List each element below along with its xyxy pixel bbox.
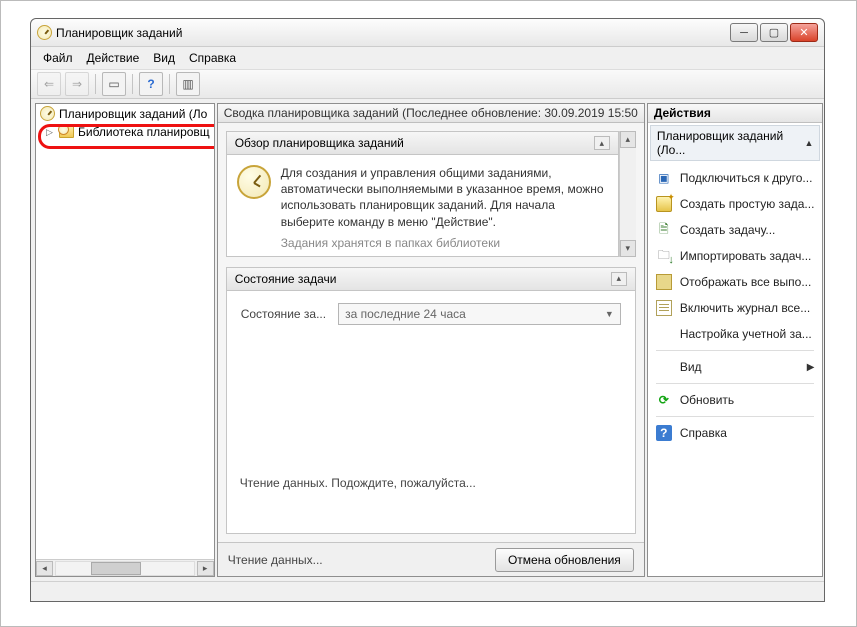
actions-panel: Действия Планировщик заданий (Ло... ▲ ▣ … (647, 103, 824, 577)
display-icon (656, 274, 672, 290)
menu-help[interactable]: Справка (183, 49, 242, 67)
window-title: Планировщик заданий (56, 26, 730, 40)
action-view[interactable]: Вид ▶ (650, 354, 821, 380)
blank-icon (656, 326, 672, 342)
library-icon (59, 126, 74, 138)
action-create-task[interactable]: 🗎 Создать задачу... (650, 217, 821, 243)
action-help[interactable]: ? Справка (650, 420, 821, 446)
help-icon: ? (656, 425, 672, 441)
overview-text: Для создания и управления общими задания… (281, 165, 608, 230)
summary-header: Сводка планировщика заданий (Последнее о… (218, 104, 644, 123)
cancel-refresh-button[interactable]: Отмена обновления (495, 548, 634, 572)
reading-message: Чтение данных. Подождите, пожалуйста... (240, 476, 476, 490)
forward-button[interactable]: ⇒ (65, 72, 89, 96)
app-icon (37, 25, 52, 40)
app-window: Планировщик заданий ─ ▢ ✕ Файл Действие … (30, 18, 825, 602)
collapse-icon[interactable]: ▴ (594, 136, 610, 150)
status-section: Состояние задачи ▴ Состояние за... за по… (226, 267, 636, 534)
action-import-task[interactable]: 🗀 Импортировать задач... (650, 243, 821, 269)
overview-vscrollbar[interactable]: ▴ ▾ (619, 131, 636, 257)
collapse-icon: ▲ (805, 138, 814, 148)
overview-title: Обзор планировщика заданий (235, 136, 404, 150)
actions-header: Действия (648, 104, 823, 123)
wizard-icon (656, 196, 672, 212)
statusbar (31, 581, 824, 601)
actions-context[interactable]: Планировщик заданий (Ло... ▲ (650, 125, 821, 161)
log-icon (656, 300, 672, 316)
menubar: Файл Действие Вид Справка (31, 47, 824, 69)
status-range-combo[interactable]: за последние 24 часа ▼ (338, 303, 621, 325)
center-panel: Сводка планировщика заданий (Последнее о… (217, 103, 645, 577)
tree-root-label: Планировщик заданий (Ло (59, 107, 207, 121)
tree-library-label: Библиотека планировщ (78, 125, 210, 139)
show-hide-tree-button[interactable]: ▭ (102, 72, 126, 96)
toolbar: ⇐ ⇒ ▭ ? ▥ (31, 69, 824, 99)
divider (656, 383, 815, 384)
tree-library[interactable]: ▷ Библиотека планировщ (36, 123, 214, 141)
center-footer: Чтение данных... Отмена обновления (218, 542, 644, 576)
minimize-button[interactable]: ─ (730, 23, 758, 42)
maximize-button[interactable]: ▢ (760, 23, 788, 42)
status-title: Состояние задачи (235, 272, 337, 286)
titlebar: Планировщик заданий ─ ▢ ✕ (31, 19, 824, 47)
action-connect[interactable]: ▣ Подключиться к друго... (650, 165, 821, 191)
tree-panel: Планировщик заданий (Ло ▷ Библиотека пла… (35, 103, 215, 577)
clock-icon (237, 165, 271, 199)
action-create-basic-task[interactable]: Создать простую зада... (650, 191, 821, 217)
show-hide-action-pane-button[interactable]: ▥ (176, 72, 200, 96)
action-refresh[interactable]: ⟳ Обновить (650, 387, 821, 413)
submenu-arrow-icon: ▶ (807, 362, 815, 373)
overview-subtext: Задания хранятся в папках библиотеки (281, 236, 608, 250)
connect-icon: ▣ (656, 170, 672, 186)
collapse-icon[interactable]: ▴ (611, 272, 627, 286)
expand-icon[interactable]: ▷ (44, 127, 55, 138)
tree-root[interactable]: Планировщик заданий (Ло (36, 104, 214, 123)
menu-view[interactable]: Вид (147, 49, 181, 67)
divider (656, 350, 815, 351)
tree-hscrollbar[interactable]: ◂ ▸ (36, 559, 214, 576)
menu-action[interactable]: Действие (81, 49, 146, 67)
refresh-icon: ⟳ (656, 392, 672, 408)
back-button[interactable]: ⇐ (37, 72, 61, 96)
status-label: Состояние за... (241, 307, 326, 321)
action-enable-log[interactable]: Включить журнал все... (650, 295, 821, 321)
action-display-all[interactable]: Отображать все выпо... (650, 269, 821, 295)
help-button[interactable]: ? (139, 72, 163, 96)
dropdown-icon: ▼ (605, 309, 614, 319)
status-header[interactable]: Состояние задачи ▴ (227, 268, 635, 291)
import-icon: 🗀 (656, 248, 672, 264)
create-icon: 🗎 (656, 222, 672, 238)
action-account-settings[interactable]: Настройка учетной за... (650, 321, 821, 347)
divider (656, 416, 815, 417)
footer-status: Чтение данных... (228, 553, 323, 567)
overview-header[interactable]: Обзор планировщика заданий ▴ (227, 132, 618, 155)
close-button[interactable]: ✕ (790, 23, 818, 42)
menu-file[interactable]: Файл (37, 49, 79, 67)
clock-icon (40, 106, 55, 121)
blank-icon (656, 359, 672, 375)
status-range-value: за последние 24 часа (345, 307, 466, 321)
